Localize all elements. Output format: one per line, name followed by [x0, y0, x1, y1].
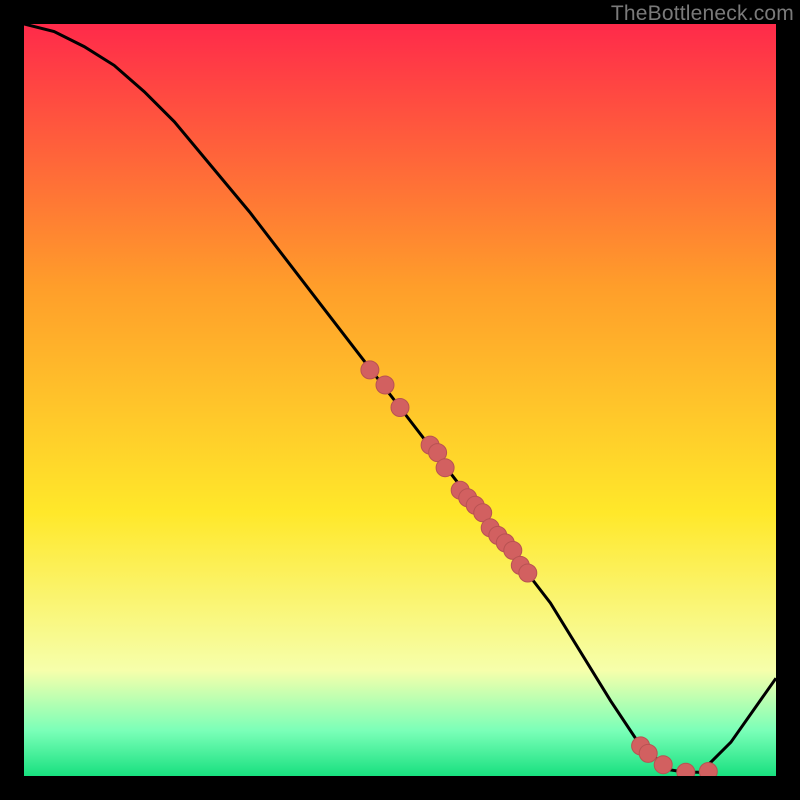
data-point: [699, 763, 717, 777]
data-point: [391, 399, 409, 417]
data-point: [361, 361, 379, 379]
data-point: [639, 744, 657, 762]
chart-svg: [24, 24, 776, 776]
data-point: [654, 756, 672, 774]
data-point: [519, 564, 537, 582]
data-point: [436, 459, 454, 477]
chart-plot: [24, 24, 776, 776]
data-point: [376, 376, 394, 394]
data-point: [677, 763, 695, 776]
watermark-text: TheBottleneck.com: [611, 2, 794, 26]
